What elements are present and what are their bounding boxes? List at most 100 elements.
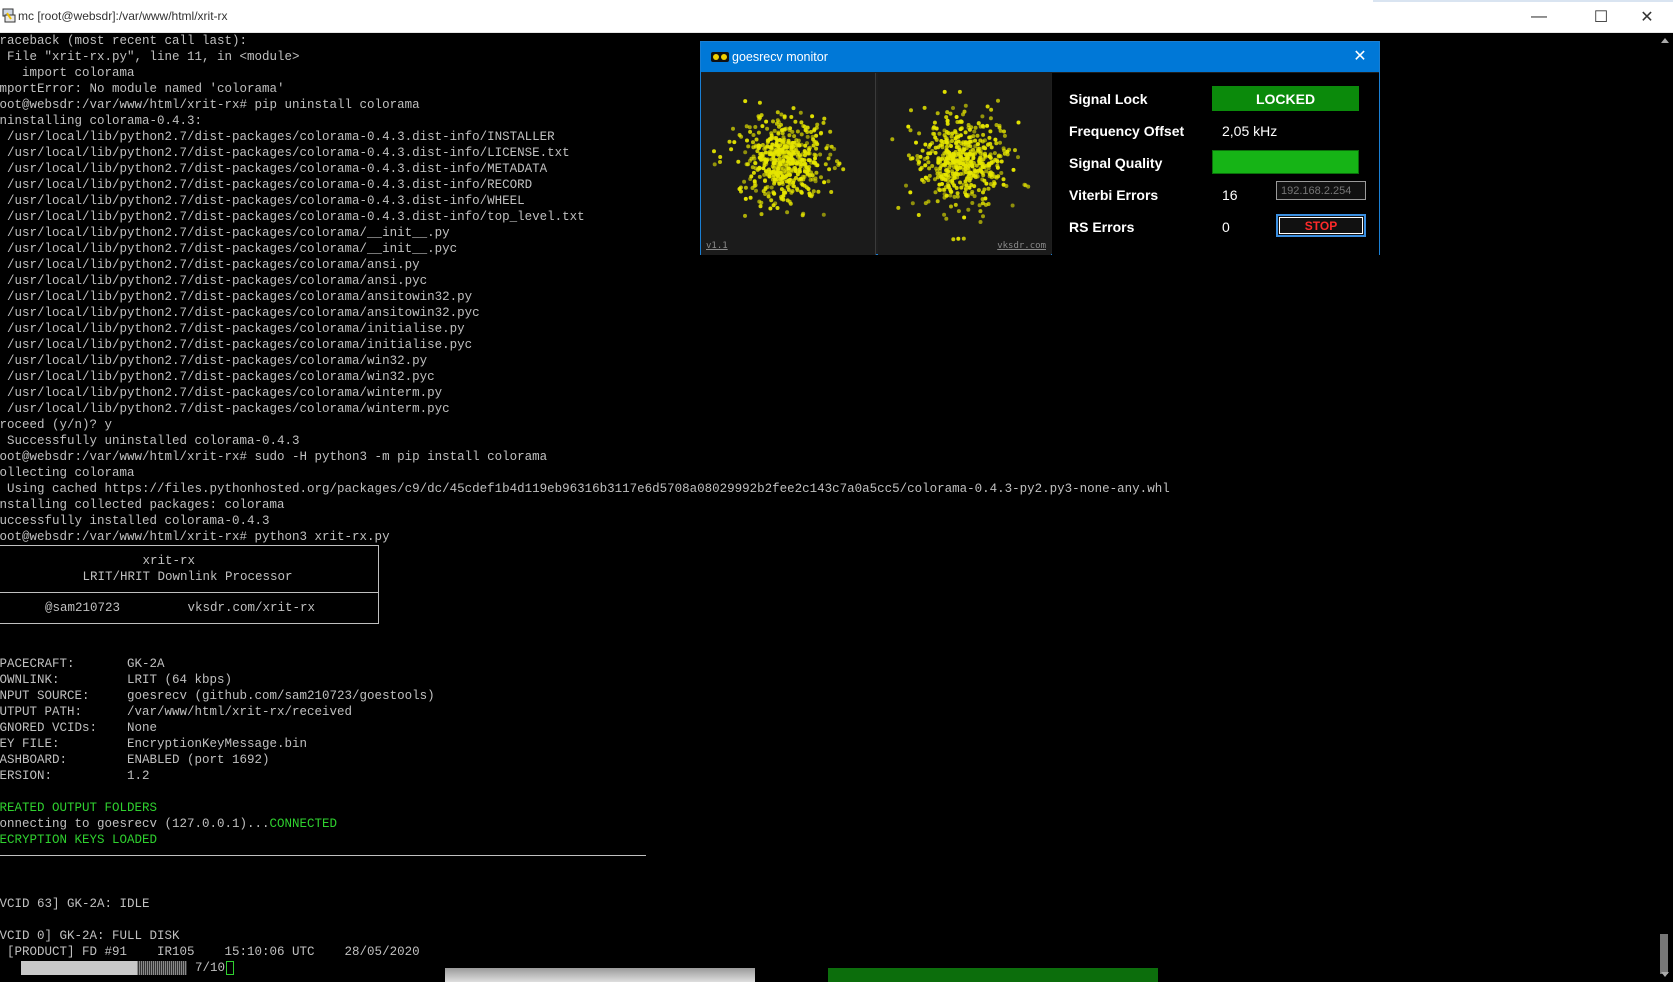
constellation-point	[926, 178, 931, 183]
constellation-point	[988, 152, 993, 157]
constellation-point	[962, 215, 967, 220]
constellation-point	[769, 198, 774, 203]
constellation-point	[793, 167, 798, 172]
constellation-point	[759, 157, 764, 162]
constellation-point	[742, 179, 747, 184]
constellation-point	[797, 143, 802, 148]
constellation-point	[916, 213, 921, 217]
close-icon: ✕	[1640, 8, 1654, 26]
constellation-point	[978, 155, 983, 160]
scroll-up-icon[interactable]	[1661, 38, 1669, 43]
constellation-point	[963, 130, 968, 135]
constellation-point	[953, 202, 958, 207]
terminal-line: DOWNLINK: LRIT (64 kbps)	[0, 673, 233, 687]
stop-button[interactable]: STOP	[1276, 214, 1366, 237]
constellation-point	[822, 180, 827, 185]
constellation-point	[780, 131, 785, 136]
constellation-point	[917, 131, 922, 136]
version-link[interactable]: v1.1	[706, 241, 728, 251]
constellation-point	[744, 124, 749, 129]
terminal-line: root@websdr:/var/www/html/xrit-rx# pytho…	[0, 530, 390, 544]
constellation-point	[936, 160, 941, 165]
minimize-button[interactable]: —	[1516, 0, 1562, 33]
constellation-point	[718, 160, 722, 164]
terminal-line: Successfully uninstalled colorama-0.4.3	[0, 434, 300, 448]
constellation-point	[986, 202, 991, 206]
constellation-point	[778, 177, 783, 181]
constellation-point	[967, 170, 972, 175]
constellation-point	[810, 134, 815, 139]
maximize-button[interactable]: ☐	[1578, 0, 1624, 33]
constellation-point	[932, 120, 937, 125]
constellation-point	[906, 124, 911, 129]
terminal-line: DASHBOARD: ENABLED (port 1692)	[0, 753, 270, 767]
connected-status: CONNECTED	[269, 817, 338, 831]
rs-errors-value: 0	[1222, 219, 1230, 235]
constellation-point	[779, 195, 784, 199]
constellation-point	[802, 174, 807, 179]
constellation-point	[799, 132, 804, 137]
scroll-thumb[interactable]	[1660, 934, 1668, 974]
constellation-point	[781, 135, 786, 140]
constellation-point	[943, 172, 948, 177]
constellation-point	[785, 155, 790, 160]
constellation-point	[998, 140, 1002, 145]
constellation-point	[992, 151, 997, 156]
scroll-down-icon[interactable]	[1661, 972, 1669, 977]
constellation-point	[904, 183, 908, 188]
constellation-point	[973, 144, 978, 149]
constellation-point	[748, 195, 753, 200]
constellation-point	[956, 236, 961, 241]
constellation-point	[806, 158, 811, 163]
constellation-point	[957, 89, 962, 94]
ip-address-input[interactable]	[1276, 181, 1366, 200]
terminal-line: root@websdr:/var/www/html/xrit-rx# sudo …	[0, 450, 548, 464]
constellation-point	[978, 149, 983, 154]
constellation-point	[765, 171, 770, 176]
constellation-point	[810, 177, 815, 182]
constellation-point	[829, 144, 834, 149]
constellation-point	[981, 145, 986, 149]
constellation-point	[823, 162, 828, 167]
banner-line	[0, 616, 378, 623]
constellation-point	[786, 179, 791, 184]
website-link[interactable]: vksdr.com	[997, 241, 1046, 251]
constellation-point	[755, 167, 760, 172]
terminal-scrollbar[interactable]	[1655, 33, 1673, 982]
constellation-point	[934, 137, 939, 142]
constellation-point	[950, 171, 955, 176]
constellation-point	[778, 143, 783, 148]
constellation-point	[999, 171, 1004, 175]
constellation-point	[792, 148, 797, 153]
constellation-point	[964, 193, 969, 198]
constellation-point	[746, 144, 751, 149]
constellation-point	[818, 152, 823, 157]
constellation-point	[961, 171, 966, 176]
constellation-point	[791, 180, 796, 185]
constellation-point	[973, 125, 978, 130]
constellation-point	[989, 107, 994, 112]
constellation-point	[753, 160, 758, 165]
monitor-close-button[interactable]: ✕	[1349, 46, 1371, 68]
constellation-point	[1016, 120, 1021, 125]
constellation-point	[935, 199, 940, 204]
constellation-point	[754, 144, 758, 149]
close-button[interactable]: ✕	[1624, 0, 1670, 33]
constellation-point	[970, 189, 975, 194]
constellation-point	[971, 147, 975, 152]
connecting-text: Connecting to goesrecv (127.0.0.1)...	[0, 817, 270, 831]
constellation-point	[776, 166, 781, 171]
terminal-line: /usr/local/lib/python2.7/dist-packages/c…	[0, 402, 450, 416]
constellation-point	[712, 162, 717, 167]
constellation-point	[789, 115, 794, 119]
constellation-point	[739, 189, 743, 194]
constellation-point	[954, 170, 959, 175]
constellation-point	[731, 126, 735, 131]
constellation-point	[1002, 133, 1007, 138]
constellation-point	[821, 120, 826, 125]
constellation-point	[963, 140, 968, 145]
frequency-offset-label: Frequency Offset	[1069, 123, 1185, 139]
banner-line: LRIT/HRIT Downlink Processor	[0, 570, 293, 584]
constellation-point	[775, 110, 780, 115]
